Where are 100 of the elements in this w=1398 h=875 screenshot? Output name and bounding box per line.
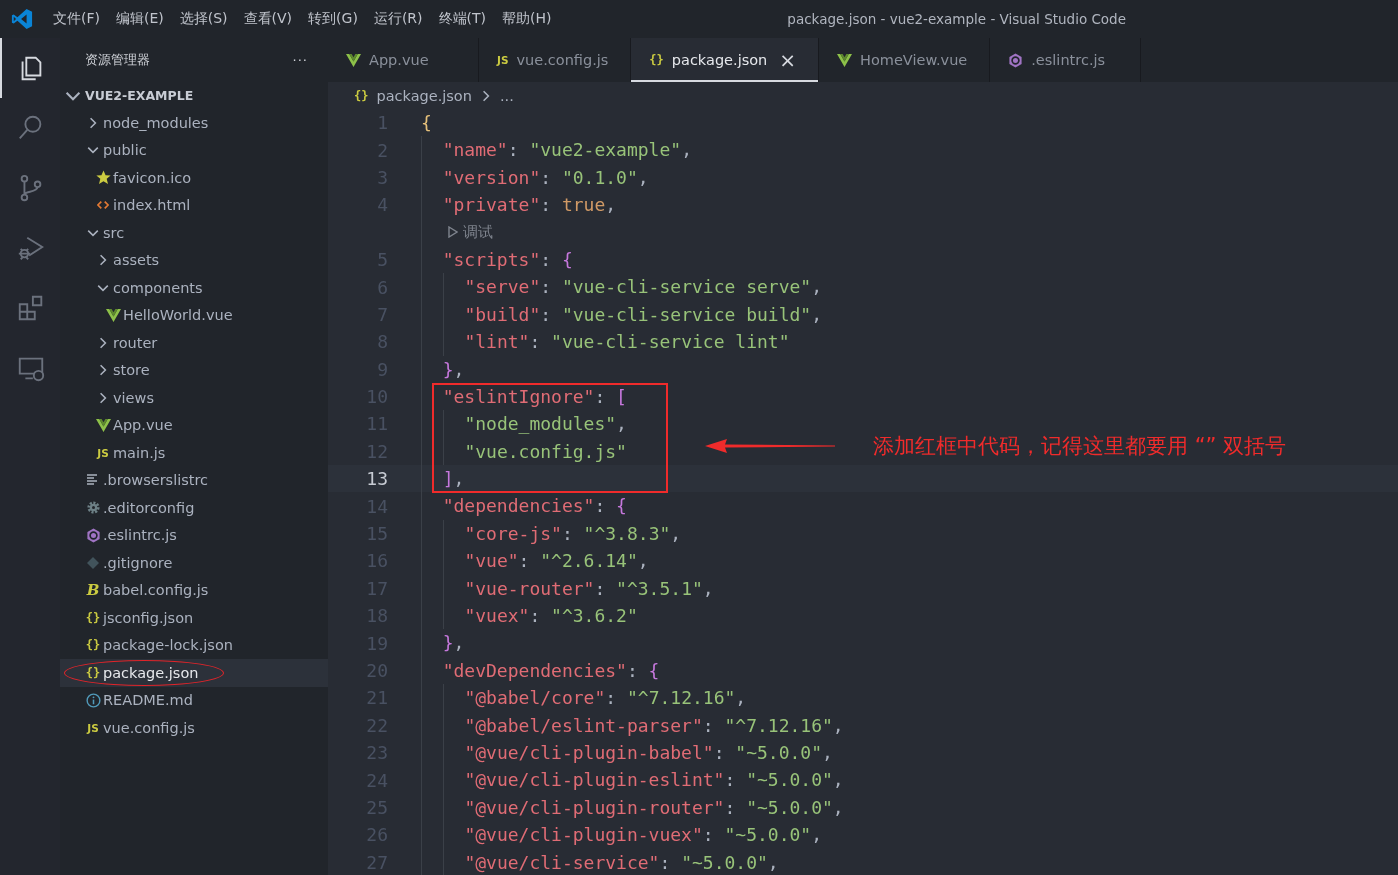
vue-icon [837,52,853,68]
menu-item[interactable]: 终端(T) [430,10,494,28]
tree-row[interactable]: store [60,356,328,384]
folder-name: router [113,334,158,351]
tree-row[interactable]: index.html [60,191,328,219]
code-line: "@vue/cli-plugin-router": "~5.0.0", [421,793,844,822]
code-line: "private": true, [421,191,617,219]
code-line: ], [421,465,465,493]
file-name: App.vue [113,417,173,434]
tree-row[interactable]: {} package-lock.json [60,631,328,659]
menu-item[interactable]: 查看(V) [235,10,301,28]
folder-name: store [113,362,150,379]
code-line: "serve": "vue-cli-service serve", [421,273,822,301]
code-line: "@babel/eslint-parser": "^7.12.16", [421,711,844,739]
tree-row[interactable]: components [60,274,328,302]
folder-name: components [113,279,203,296]
tree-row[interactable]: B babel.config.js [60,576,328,604]
lines-icon [87,474,99,487]
codelens-link[interactable]: 调试 [462,222,493,242]
js-icon: JS [497,54,509,66]
file-name: .gitignore [103,554,173,571]
chevron-right-icon[interactable] [97,364,109,377]
code-line: "vue": "^2.6.14", [421,547,649,575]
code-line: "core-js": "^3.8.3", [421,519,682,548]
code-line: "@vue/cli-plugin-eslint": "~5.0.0", [421,766,844,794]
file-name: .eslintrc.js [103,527,177,544]
chevron-right-icon[interactable] [87,116,99,129]
tree-row[interactable]: README.md [60,686,328,714]
menu-item[interactable]: 运行(R) [365,10,431,28]
menu-item[interactable]: 转到(G) [300,10,366,28]
tree-row[interactable]: src [60,219,328,247]
code-line: "node_modules", [421,410,627,438]
play-icon[interactable] [447,226,458,239]
tree-row[interactable]: App.vue [60,411,328,439]
editor-tab[interactable]: {} package.json × [631,38,820,82]
info-icon [85,692,101,708]
annotation-note: 添加红框中代码，记得这里都要用 “” 双括号 [873,432,1287,460]
close-icon[interactable]: × [779,48,797,72]
file-name: .editorconfig [103,499,195,516]
file-name: index.html [113,197,191,214]
braces-icon: {} [354,89,369,102]
code-line: "vue.config.js" [421,437,627,466]
menu-item[interactable]: 文件(F) [45,10,108,28]
file-name: README.md [103,692,193,709]
tree-row[interactable]: JS main.js [60,439,328,467]
chevron-right-icon[interactable] [97,391,109,404]
folder-name: views [113,389,154,406]
editor-tab[interactable]: .eslintrc.js [990,38,1142,82]
js-icon: JS [87,722,99,733]
tree-row[interactable]: assets [60,246,328,274]
editor-tab[interactable]: HomeView.vue [819,38,991,82]
file-name: main.js [113,444,166,461]
tree-row[interactable]: .eslintrc.js [60,521,328,549]
code-line: { [421,112,432,134]
tree-row[interactable]: .gitignore [60,549,328,577]
file-name: vue.config.js [103,719,195,736]
folder-section-header[interactable]: VUE2-EXAMPLE [60,82,328,109]
hexagon-icon [1008,52,1024,68]
tree-row[interactable]: .browserslistrc [60,466,328,494]
tree-row[interactable]: JS vue.config.js [60,714,328,742]
file-name: HelloWorld.vue [123,307,233,324]
more-actions-button[interactable]: ··· [292,52,308,68]
editor-tab[interactable]: App.vue [328,38,479,82]
file-name: package.json [103,664,199,681]
tree-row[interactable]: {} jsconfig.json [60,604,328,632]
braces-icon: {} [649,54,664,66]
selected-tree-row[interactable]: {} package.json [60,659,328,687]
file-name: favicon.ico [113,169,192,186]
code-line: "@babel/core": "^7.12.16", [421,684,747,712]
line-number: 13 [365,468,389,490]
menu-item[interactable]: 选择(S) [171,10,236,28]
chevron-right-icon[interactable] [97,336,109,349]
app-logo-icon [11,8,33,30]
folder-name: src [103,224,125,241]
tree-row[interactable]: router [60,329,328,357]
tree-row[interactable]: public [60,136,328,164]
breadcrumb-item[interactable]: ... [499,87,514,104]
star-icon [95,170,111,186]
tree-row[interactable]: .editorconfig [60,494,328,522]
file-name: babel.config.js [103,582,209,599]
folder-name: assets [113,252,160,269]
menu-item[interactable]: 帮助(H) [494,10,560,28]
babel-icon: B [86,582,100,598]
file-name: .browserslistrc [103,472,209,489]
braces-icon: {} [85,666,101,679]
chevron-right-icon[interactable] [97,254,109,267]
breadcrumb-item[interactable]: package.json [376,87,472,104]
tree-row[interactable]: HelloWorld.vue [60,301,328,329]
code-line: "name": "vue2-example", [421,136,692,164]
tree-row[interactable]: node_modules [60,109,328,137]
code-line: "lint": "vue-cli-service lint" [421,328,790,356]
tree-row[interactable]: favicon.ico [60,164,328,192]
menu-item[interactable]: 编辑(E) [108,10,172,28]
code-line: }, [421,629,465,657]
braces-icon: {} [85,611,101,624]
tree-row[interactable]: views [60,384,328,412]
code-line: "version": "0.1.0", [421,163,649,192]
code-line: "vuex": "^3.6.2" [421,602,638,630]
hexagon-icon [85,527,101,543]
code-line: "eslintIgnore": [ [421,382,627,411]
